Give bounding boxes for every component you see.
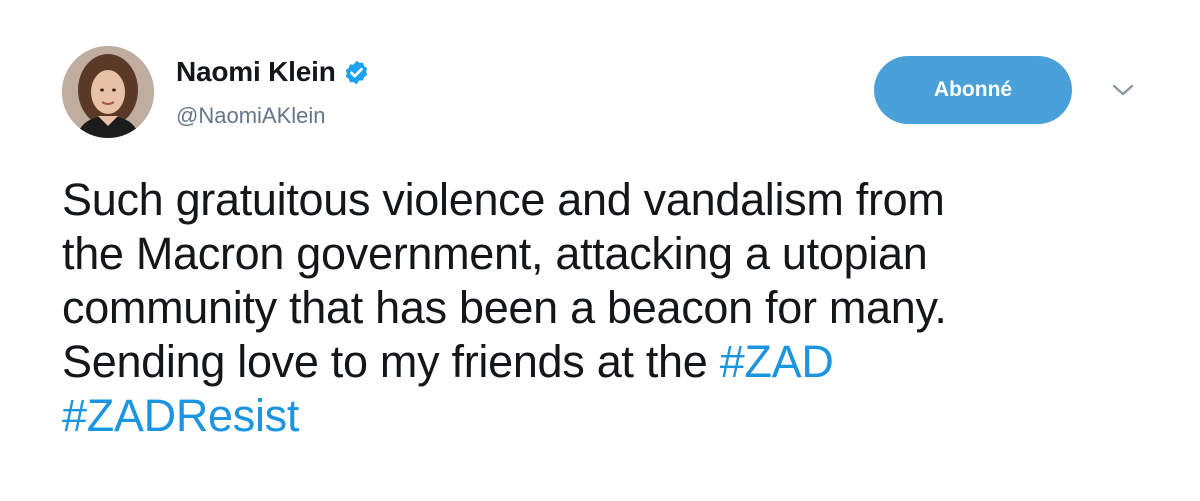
author-handle[interactable]: @NaomiAKlein: [176, 103, 326, 129]
tweet-line-1: Such gratuitous violence and vandalism f…: [62, 174, 945, 225]
hashtag-zad[interactable]: #ZAD: [720, 336, 834, 387]
following-button[interactable]: Abonné: [874, 56, 1072, 124]
author-name-row: Naomi Klein: [176, 54, 370, 90]
author-name[interactable]: Naomi Klein: [176, 56, 336, 88]
tweet-text: Such gratuitous violence and vandalism f…: [62, 173, 1172, 443]
hashtag-zadresist[interactable]: #ZADResist: [62, 390, 299, 441]
avatar[interactable]: [62, 46, 154, 138]
tweet-line-4: Sending love to my friends at the #ZAD: [62, 335, 1172, 389]
avatar-photo: [62, 46, 154, 138]
tweet-line-4-text: Sending love to my friends at the: [62, 336, 720, 387]
chevron-down-icon[interactable]: [1110, 80, 1136, 100]
tweet-line-2: the Macron government, attacking a utopi…: [62, 228, 928, 279]
tweet-line-5: #ZADResist: [62, 389, 1172, 443]
verified-badge-icon: [345, 60, 367, 84]
tweet-line-3: community that has been a beacon for man…: [62, 282, 947, 333]
